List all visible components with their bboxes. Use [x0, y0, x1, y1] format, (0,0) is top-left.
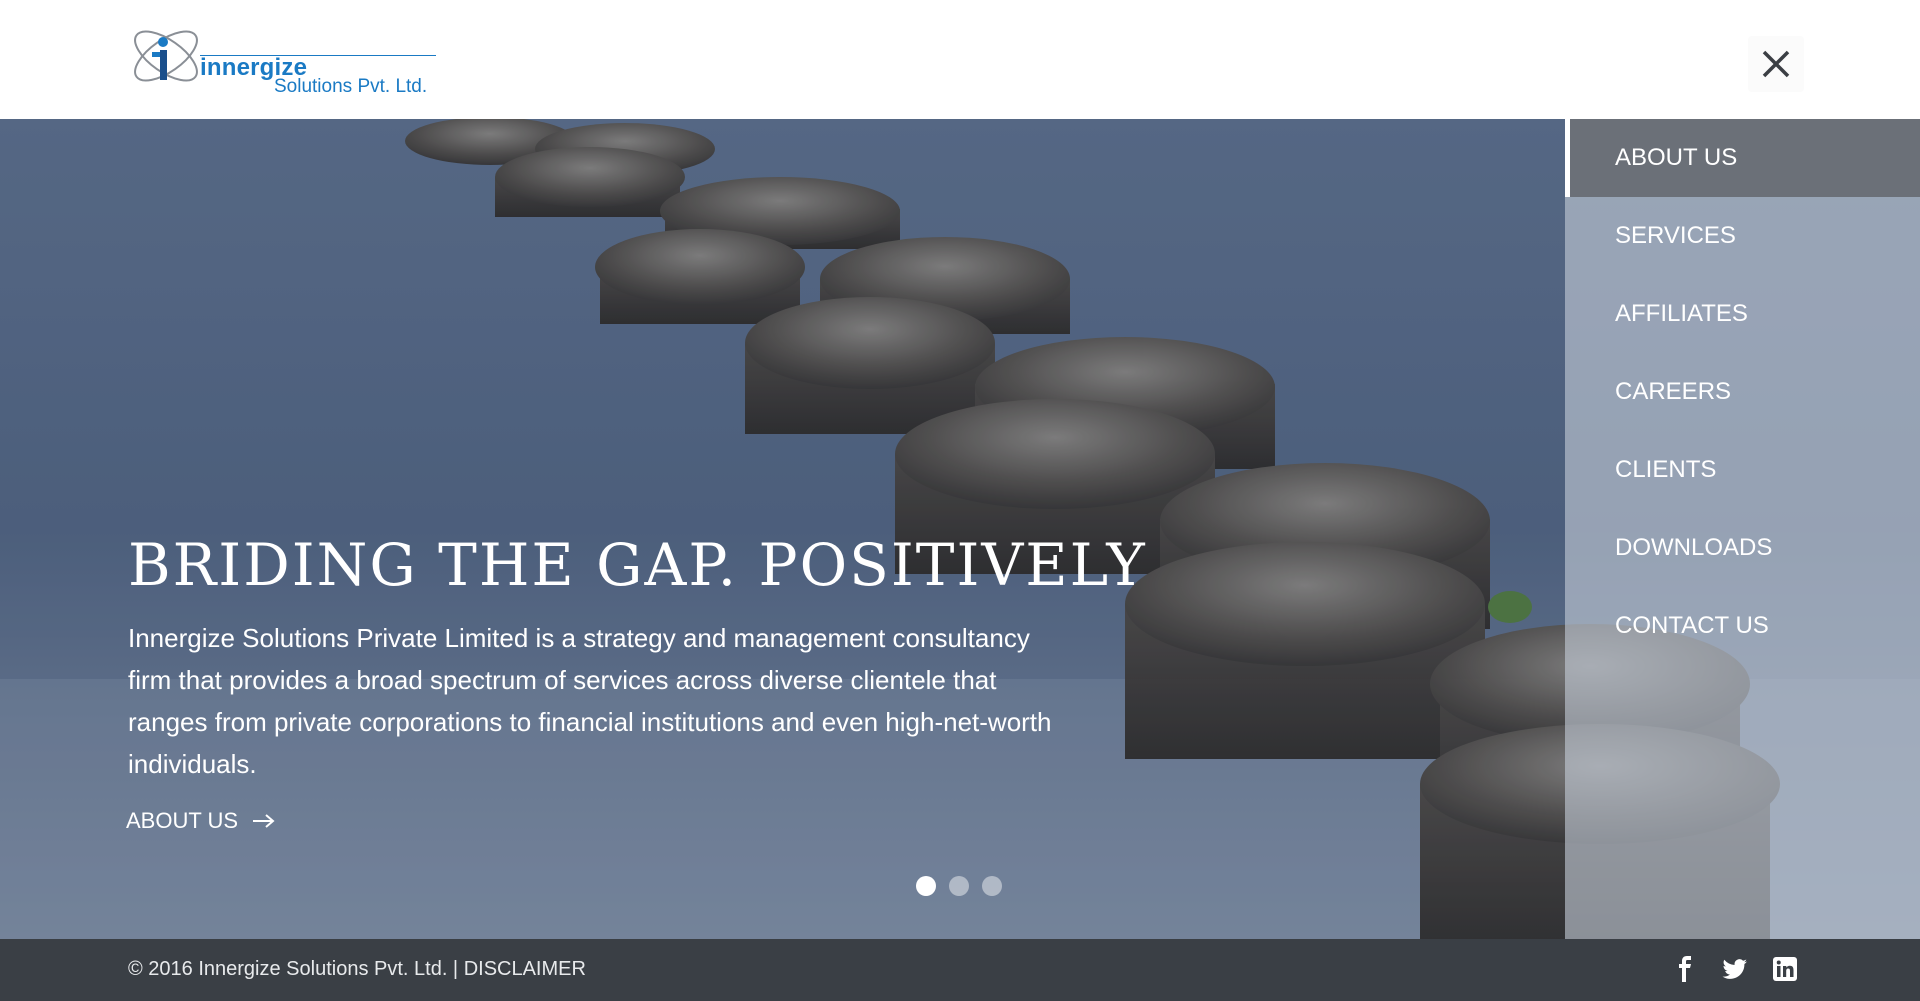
linkedin-icon[interactable]: [1772, 956, 1798, 982]
menu-item-careers[interactable]: CAREERS: [1565, 353, 1920, 431]
side-navigation-menu: ABOUT US SERVICES AFFILIATES CAREERS CLI…: [1565, 119, 1920, 939]
slide-dot-3[interactable]: [982, 876, 1002, 896]
facebook-icon[interactable]: [1672, 956, 1698, 982]
menu-item-contact-us[interactable]: CONTACT US: [1565, 587, 1920, 665]
site-header: innergize Solutions Pvt. Ltd.: [0, 0, 1920, 119]
close-menu-button[interactable]: [1748, 36, 1804, 92]
site-footer: © 2016 Innergize Solutions Pvt. Ltd. | D…: [0, 939, 1920, 1001]
arrow-right-icon: [253, 814, 275, 828]
menu-item-downloads[interactable]: DOWNLOADS: [1565, 509, 1920, 587]
about-us-link[interactable]: ABOUT US: [126, 808, 276, 834]
close-icon: [1762, 50, 1790, 78]
logo-atom-icon: [134, 30, 198, 82]
menu-item-affiliates[interactable]: AFFILIATES: [1565, 275, 1920, 353]
copyright-text: © 2016 Innergize Solutions Pvt. Ltd. | D…: [128, 958, 586, 981]
about-us-link-label: ABOUT US: [126, 808, 239, 833]
menu-item-services[interactable]: SERVICES: [1565, 197, 1920, 275]
copyright-label: © 2016 Innergize Solutions Pvt. Ltd. |: [128, 958, 464, 980]
menu-item-about-us[interactable]: ABOUT US: [1565, 119, 1920, 197]
disclaimer-link[interactable]: DISCLAIMER: [464, 958, 586, 980]
logo-subtitle: Solutions Pvt. Ltd.: [274, 76, 428, 97]
hero-text-block: BRIDING THE GAP. POSITIVELY Innergize So…: [128, 531, 1147, 785]
slide-dot-2[interactable]: [949, 876, 969, 896]
slide-dot-1[interactable]: [916, 876, 936, 896]
twitter-icon[interactable]: [1722, 956, 1748, 982]
company-logo[interactable]: innergize Solutions Pvt. Ltd.: [126, 12, 436, 102]
social-links: [1672, 956, 1798, 982]
hero-description: Innergize Solutions Private Limited is a…: [128, 623, 1052, 779]
menu-item-clients[interactable]: CLIENTS: [1565, 431, 1920, 509]
slider-pagination: [916, 876, 1002, 896]
hero-title: BRIDING THE GAP. POSITIVELY: [128, 531, 1147, 599]
